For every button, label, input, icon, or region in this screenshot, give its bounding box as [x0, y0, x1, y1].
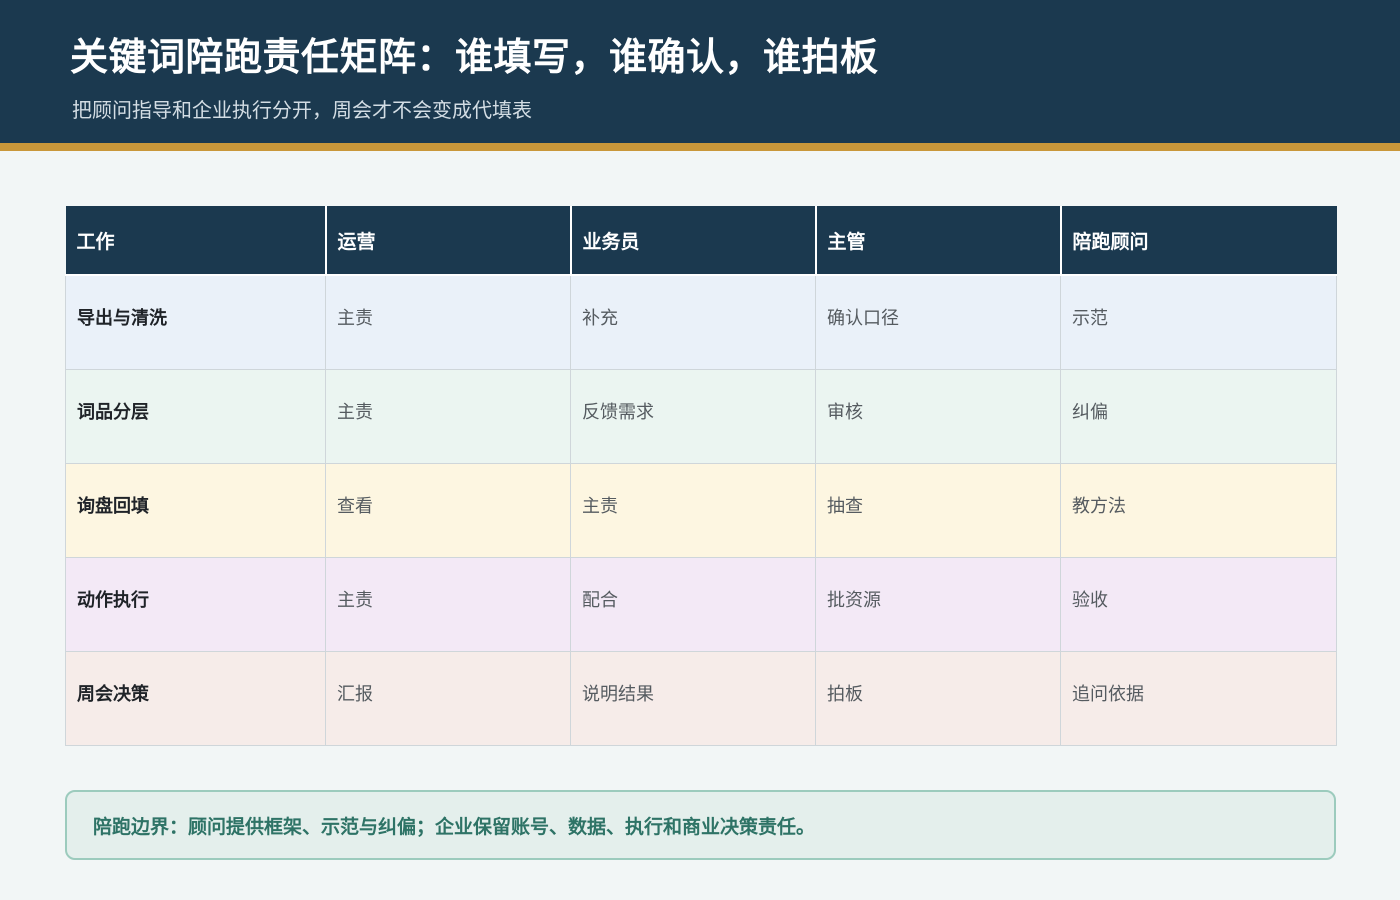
boundary-note: 陪跑边界：顾问提供框架、示范与纠偏；企业保留账号、数据、执行和商业决策责任。: [65, 790, 1336, 860]
table-cell: 补充: [570, 274, 816, 370]
header-accent-stripe: [0, 143, 1400, 151]
task-cell: 询盘回填: [65, 462, 326, 558]
column-header-task: 工作: [65, 206, 326, 276]
task-cell: 周会决策: [65, 650, 326, 746]
table-cell: 主责: [570, 462, 816, 558]
table-cell: 验收: [1060, 556, 1337, 652]
table-cell: 教方法: [1060, 462, 1337, 558]
table-cell: 汇报: [325, 650, 571, 746]
table-cell: 抽查: [815, 462, 1061, 558]
table-cell: 主责: [325, 274, 571, 370]
table-row: 动作执行 主责 配合 批资源 验收: [65, 556, 1337, 652]
task-cell: 词品分层: [65, 368, 326, 464]
table-row: 周会决策 汇报 说明结果 拍板 追问依据: [65, 650, 1337, 746]
table-cell: 审核: [815, 368, 1061, 464]
matrix-header-row: 工作 运营 业务员 主管 陪跑顾问: [65, 206, 1337, 276]
table-cell: 批资源: [815, 556, 1061, 652]
table-cell: 反馈需求: [570, 368, 816, 464]
column-header-operations: 运营: [324, 206, 571, 276]
table-cell: 拍板: [815, 650, 1061, 746]
table-cell: 确认口径: [815, 274, 1061, 370]
table-cell: 说明结果: [570, 650, 816, 746]
page-title: 关键词陪跑责任矩阵：谁填写，谁确认，谁拍板: [70, 35, 879, 79]
table-cell: 示范: [1060, 274, 1337, 370]
table-cell: 纠偏: [1060, 368, 1337, 464]
table-row: 询盘回填 查看 主责 抽查 教方法: [65, 462, 1337, 558]
boundary-note-text: 陪跑边界：顾问提供框架、示范与纠偏；企业保留账号、数据、执行和商业决策责任。: [93, 815, 816, 838]
table-cell: 主责: [325, 556, 571, 652]
table-cell: 追问依据: [1060, 650, 1337, 746]
column-header-salesperson: 业务员: [569, 206, 816, 276]
table-cell: 查看: [325, 462, 571, 558]
task-cell: 动作执行: [65, 556, 326, 652]
table-cell: 主责: [325, 368, 571, 464]
column-header-supervisor: 主管: [814, 206, 1061, 276]
responsibility-matrix: 工作 运营 业务员 主管 陪跑顾问 导出与清洗 主责 补充 确认口径 示范 词品…: [65, 206, 1337, 746]
table-row: 导出与清洗 主责 补充 确认口径 示范: [65, 274, 1337, 370]
page-subtitle: 把顾问指导和企业执行分开，周会才不会变成代填表: [72, 98, 532, 122]
task-cell: 导出与清洗: [65, 274, 326, 370]
table-cell: 配合: [570, 556, 816, 652]
table-row: 词品分层 主责 反馈需求 审核 纠偏: [65, 368, 1337, 464]
page-header: 关键词陪跑责任矩阵：谁填写，谁确认，谁拍板 把顾问指导和企业执行分开，周会才不会…: [0, 0, 1400, 143]
column-header-consultant: 陪跑顾问: [1059, 206, 1337, 276]
